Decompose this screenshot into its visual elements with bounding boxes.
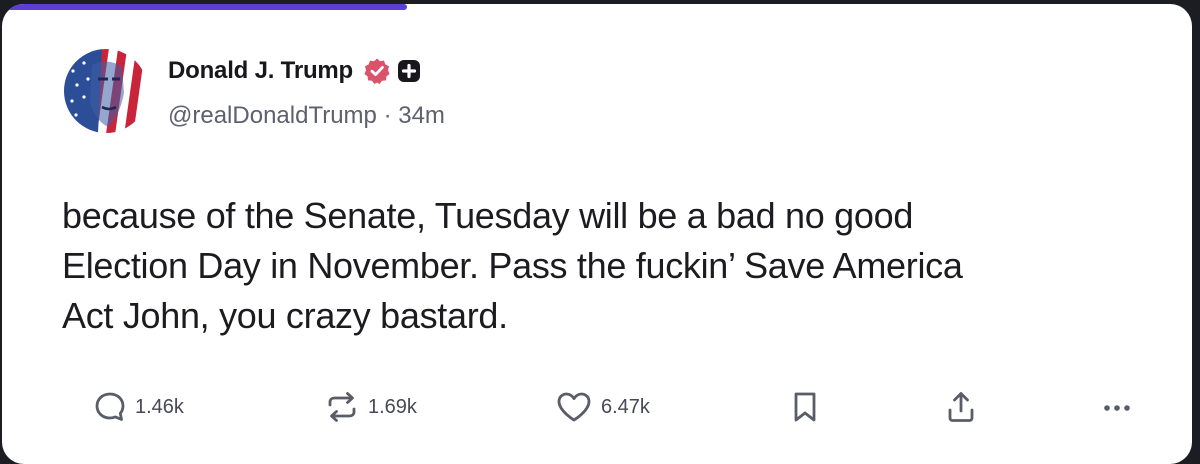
post-text-line: Election Day in November. Pass the fucki…: [62, 245, 963, 286]
bookmark-button[interactable]: [790, 382, 820, 432]
post-card: Donald J. Trump @realDonaldTrump · 34m b…: [2, 4, 1192, 464]
author-name-row: Donald J. Trump: [168, 54, 421, 88]
avatar[interactable]: [64, 49, 148, 133]
reply-count: 1.46k: [135, 395, 184, 418]
post-actions-bar: 1.46k 1.69k 6.47k: [2, 382, 1192, 432]
post-body: because of the Senate, Tuesday will be a…: [62, 191, 1162, 341]
share-icon: [948, 392, 974, 422]
post-timestamp[interactable]: 34m: [398, 102, 445, 129]
reply-button[interactable]: 1.46k: [93, 382, 184, 432]
heart-icon: [557, 392, 591, 422]
meta-separator: ·: [383, 102, 392, 129]
author-display-name[interactable]: Donald J. Trump: [168, 57, 353, 85]
verified-badge-icon: [364, 58, 390, 84]
post-text-line: because of the Senate, Tuesday will be a…: [62, 195, 914, 236]
retruth-count: 1.69k: [368, 395, 417, 418]
post-text-line: Act John, you crazy bastard.: [62, 295, 508, 336]
avatar-image: [64, 49, 148, 133]
like-count: 6.47k: [601, 395, 650, 418]
reply-icon: [95, 392, 125, 421]
more-icon: [1104, 405, 1130, 411]
author-meta: @realDonaldTrump · 34m: [168, 102, 445, 130]
share-button[interactable]: [945, 382, 977, 432]
plus-badge-icon: [398, 60, 421, 82]
author-handle[interactable]: @realDonaldTrump: [168, 102, 377, 129]
loading-progress-bar: [2, 4, 407, 10]
retruth-icon: [328, 392, 356, 422]
like-button[interactable]: 6.47k: [555, 382, 650, 432]
retruth-button[interactable]: 1.69k: [324, 382, 417, 432]
more-button[interactable]: [1100, 382, 1134, 432]
bookmark-icon: [794, 392, 816, 422]
